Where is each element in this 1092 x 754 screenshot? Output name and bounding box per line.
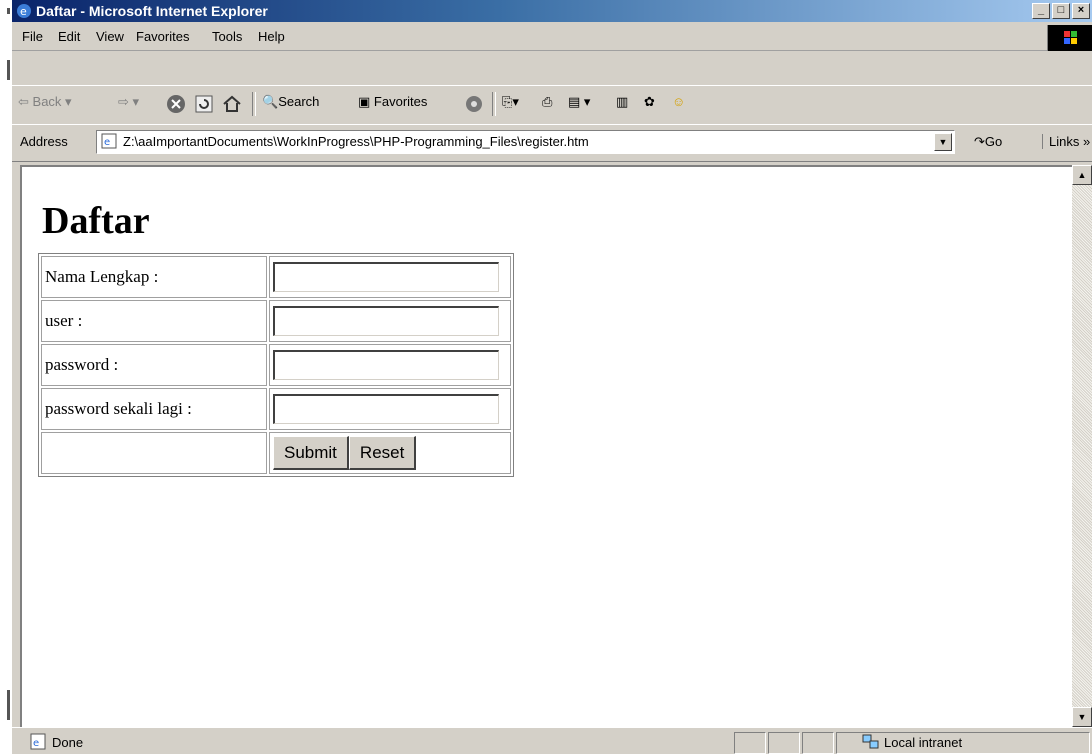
history-icon: ⎘: [502, 94, 513, 109]
submit-button[interactable]: Submit: [273, 436, 349, 470]
zone-text: Local intranet: [884, 735, 963, 750]
menu-edit[interactable]: Edit: [58, 29, 80, 44]
menu-view[interactable]: View: [96, 29, 124, 44]
status-text: Done: [52, 735, 84, 750]
browser-window: e Daftar - Microsoft Internet Explorer _…: [12, 0, 1092, 754]
left-edge: [0, 0, 12, 753]
form-row: Submit Reset: [41, 432, 511, 474]
vertical-scrollbar[interactable]: ▲ ▼: [1072, 165, 1092, 727]
refresh-button[interactable]: [194, 94, 214, 117]
smiley-icon: ☺: [672, 94, 686, 109]
print-icon: ⎙: [542, 94, 553, 109]
field-label: password sekali lagi :: [41, 388, 267, 430]
page-icon: e: [101, 133, 117, 149]
favorites-button[interactable]: ▣ Favorites: [358, 94, 427, 110]
title-bar: e Daftar - Microsoft Internet Explorer _…: [12, 0, 1092, 22]
menu-bar: File Edit View Favorites Tools Help: [12, 24, 1092, 51]
menu-file[interactable]: File: [22, 29, 43, 44]
address-url: Z:\aaImportantDocuments\WorkInProgress\P…: [123, 134, 589, 149]
form-row: Nama Lengkap :: [41, 256, 511, 298]
refresh-icon: [195, 95, 213, 113]
password-input[interactable]: [273, 350, 499, 380]
smiley-button[interactable]: ☺: [672, 94, 685, 109]
edit-icon: ▤: [568, 94, 581, 109]
svg-text:e: e: [104, 137, 110, 148]
form-row: password :: [41, 344, 511, 386]
favorites-label: Favorites: [373, 94, 428, 109]
media-button[interactable]: [464, 94, 484, 117]
scroll-up-button[interactable]: ▲: [1072, 165, 1092, 185]
status-pane: [802, 732, 834, 754]
home-icon: [223, 95, 241, 112]
toolbar: ⇦ Back ▾ ⇨ ▾ 🔍Search ▣ Favorites ⎘▾ ⎙ ▤ …: [12, 85, 1092, 125]
form-row: user :: [41, 300, 511, 342]
scroll-down-button[interactable]: ▼: [1072, 707, 1092, 727]
media-icon: [466, 96, 482, 112]
close-button[interactable]: ×: [1072, 3, 1090, 19]
address-label: Address: [20, 134, 68, 149]
svg-text:e: e: [20, 5, 27, 18]
menu-help[interactable]: Help: [258, 29, 285, 44]
user-input[interactable]: [273, 306, 499, 336]
go-label: Go: [984, 134, 1003, 149]
maximize-button[interactable]: □: [1052, 3, 1070, 19]
search-icon: 🔍: [262, 94, 279, 109]
svg-text:e: e: [33, 738, 39, 749]
address-bar: Address e Z:\aaImportantDocuments\WorkIn…: [12, 124, 1092, 162]
back-arrow-icon: ⇦: [18, 94, 29, 109]
status-bar: e Done Local intranet: [12, 727, 1092, 754]
form-row: password sekali lagi :: [41, 388, 511, 430]
page-content: Daftar Nama Lengkap : user : password : …: [20, 165, 1074, 727]
field-label: Nama Lengkap :: [41, 256, 267, 298]
minimize-button[interactable]: _: [1032, 3, 1050, 19]
forward-arrow-icon: ⇨: [118, 94, 129, 109]
address-input[interactable]: e Z:\aaImportantDocuments\WorkInProgress…: [96, 130, 955, 154]
menu-tools[interactable]: Tools: [212, 29, 242, 44]
links-button[interactable]: Links »: [1042, 134, 1090, 149]
ie-icon: e: [17, 4, 31, 18]
back-label: Back: [32, 94, 62, 109]
home-button[interactable]: [222, 94, 242, 117]
messenger-button[interactable]: ✿: [644, 94, 655, 110]
back-button[interactable]: ⇦ Back ▾: [18, 94, 72, 110]
field-label: password :: [41, 344, 267, 386]
status-pane: [734, 732, 766, 754]
page-heading: Daftar: [42, 200, 150, 242]
discuss-button[interactable]: ▥: [616, 94, 628, 110]
field-label: user :: [41, 300, 267, 342]
password-confirm-input[interactable]: [273, 394, 499, 424]
stop-button[interactable]: [166, 94, 186, 117]
status-pane: [768, 732, 800, 754]
reset-button[interactable]: Reset: [348, 436, 417, 470]
address-dropdown-button[interactable]: ▼: [934, 133, 952, 151]
search-button[interactable]: 🔍Search: [262, 94, 319, 110]
stop-icon: [167, 95, 185, 113]
flower-icon: ✿: [644, 94, 655, 109]
edit-button[interactable]: ▤ ▾: [568, 94, 590, 110]
notes-icon: ▥: [616, 94, 629, 109]
go-button[interactable]: ↷Go: [974, 134, 1002, 150]
toolbar-separator: [492, 92, 496, 116]
history-button[interactable]: ⎘▾: [502, 94, 519, 110]
links-label: Links: [1049, 134, 1080, 149]
page-done-icon: e: [30, 733, 46, 750]
print-button[interactable]: ⎙: [542, 94, 552, 110]
intranet-icon: [862, 734, 879, 749]
nama-lengkap-input[interactable]: [273, 262, 499, 292]
toolbar-separator: [252, 92, 256, 116]
favorites-icon: ▣: [358, 94, 371, 109]
forward-button[interactable]: ⇨ ▾: [118, 94, 139, 110]
menu-favorites[interactable]: Favorites: [136, 29, 189, 44]
search-label: Search: [278, 94, 320, 109]
windows-logo-icon: [1047, 25, 1092, 51]
window-title: Daftar - Microsoft Internet Explorer: [36, 3, 268, 19]
go-arrow-icon: ↷: [974, 134, 985, 149]
register-form: Nama Lengkap : user : password : passwor…: [38, 253, 514, 477]
